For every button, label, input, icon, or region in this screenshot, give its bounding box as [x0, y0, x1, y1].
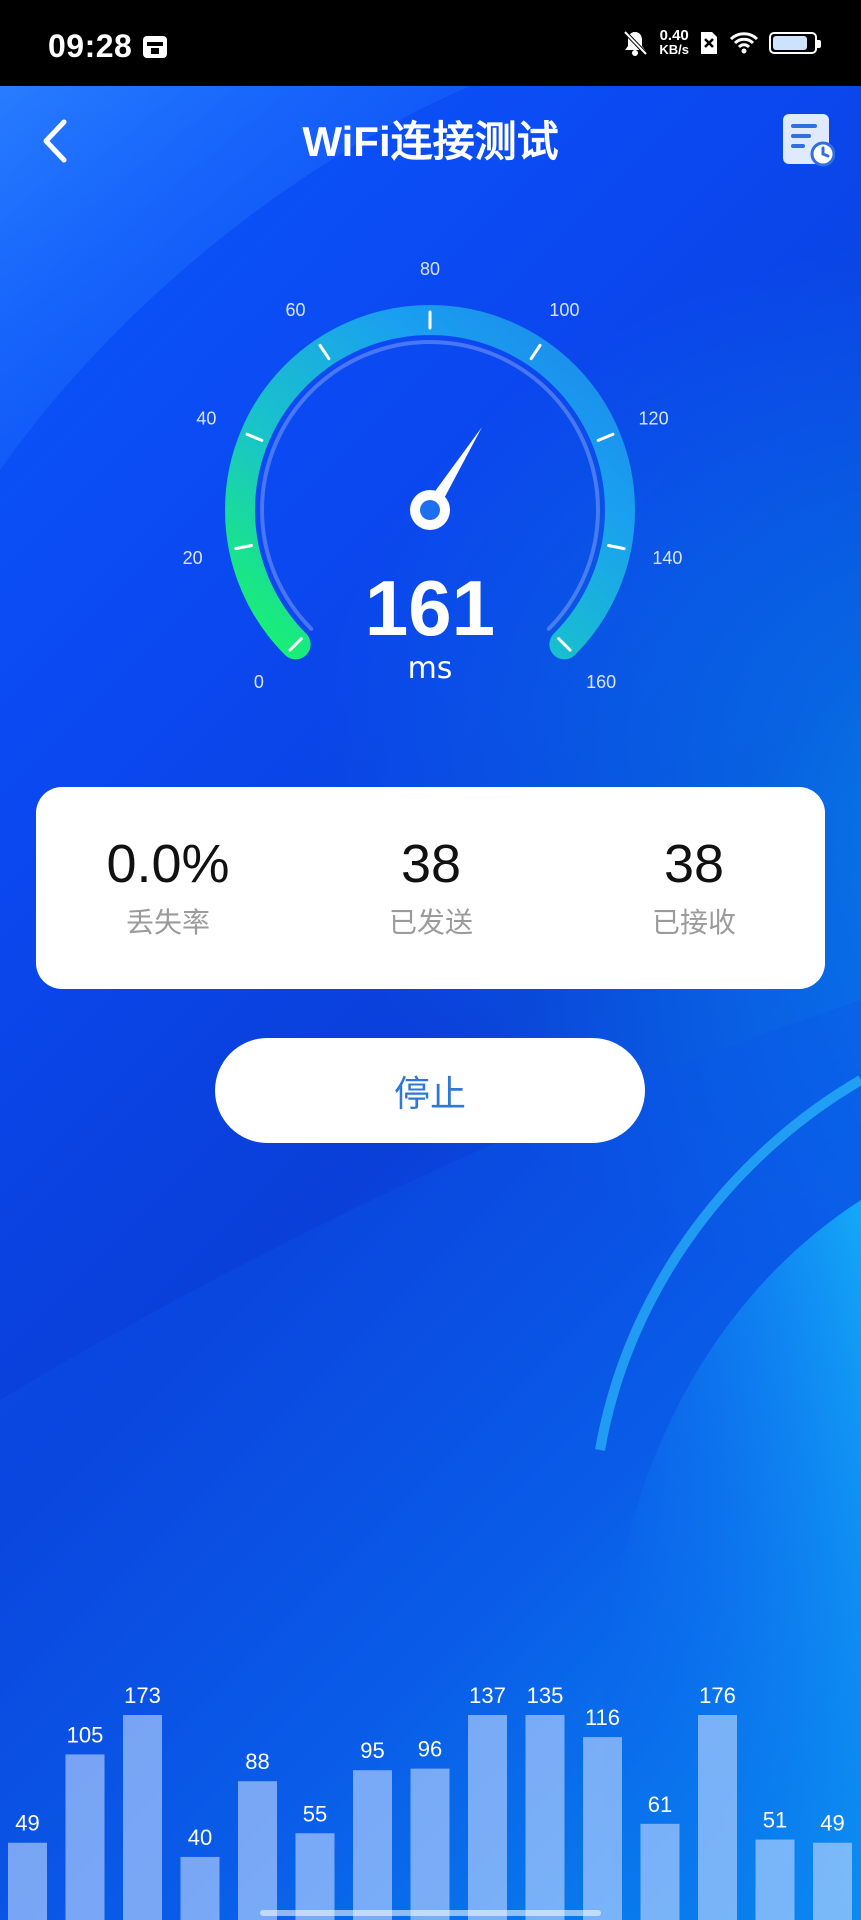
- gauge-tick-label: 100: [549, 300, 579, 320]
- latency-bar: [698, 1715, 737, 1920]
- latency-bar: [123, 1715, 162, 1920]
- latency-bar-label: 49: [820, 1811, 844, 1836]
- sent-label: 已发送: [388, 906, 473, 939]
- gauge-tick-label: 120: [639, 408, 669, 428]
- battery-level: [773, 36, 807, 50]
- notifications-muted-icon: [623, 30, 648, 56]
- latency-bar: [238, 1781, 277, 1920]
- gauge-tick-label: 40: [196, 408, 216, 428]
- latency-bar: [65, 1754, 105, 1920]
- stop-button[interactable]: 停止: [215, 1038, 645, 1143]
- received-label: 已接收: [651, 906, 736, 939]
- calendar-notification-icon: [143, 36, 167, 58]
- sim-off-icon: [701, 32, 717, 54]
- latency-bar: [295, 1833, 335, 1920]
- latency-bar: [468, 1715, 507, 1920]
- status-time: 09:28: [48, 28, 133, 64]
- page-title: WiFi连接测试: [302, 118, 559, 165]
- received-value: 38: [663, 834, 725, 894]
- network-speed: 0.40 KB/s: [659, 27, 689, 57]
- latency-bar-label: 61: [648, 1792, 672, 1817]
- latency-bar-chart: 49 105 173 40 88 55 95 96 137 135 116 61 176 51 49: [8, 1683, 852, 1920]
- app-screen: 09:28 0.40 KB/s WiFi连接测试 0 20 40 60 80 1…: [0, 0, 861, 1920]
- latency-bar-label: 88: [245, 1749, 269, 1774]
- latency-bar: [583, 1737, 622, 1920]
- stat-received: 38 已接收: [584, 787, 804, 941]
- latency-value: 161: [365, 564, 495, 652]
- sent-value: 38: [400, 834, 462, 894]
- latency-bar-label: 116: [585, 1705, 620, 1730]
- latency-bar-label: 176: [699, 1683, 736, 1708]
- gauge-needle: [410, 426, 483, 530]
- latency-bar: [353, 1770, 392, 1920]
- status-bar: 09:28 0.40 KB/s: [0, 0, 861, 86]
- gauge-tick-label: 60: [286, 300, 306, 320]
- latency-bar-label: 135: [527, 1683, 564, 1708]
- gauge-tick-label: 0: [254, 672, 264, 692]
- status-icons: 0.40 KB/s: [621, 27, 821, 58]
- latency-bar-label: 173: [124, 1683, 161, 1708]
- wifi-icon: [729, 32, 759, 54]
- gauge-tick-label: 140: [652, 548, 682, 568]
- latency-bar: [640, 1823, 680, 1920]
- stats-card: 0.0% 丢失率 38 已发送 38 已接收: [36, 787, 825, 989]
- stat-packet-loss: 0.0% 丢失率: [58, 787, 278, 941]
- packet-loss-value: 0.0%: [106, 834, 230, 894]
- history-list-icon[interactable]: [781, 110, 835, 168]
- latency-bar: [180, 1856, 220, 1920]
- home-indicator[interactable]: [260, 1910, 601, 1916]
- latency-bar: [525, 1715, 565, 1920]
- latency-bar-label: 40: [188, 1825, 212, 1850]
- latency-bar-label: 137: [469, 1683, 506, 1708]
- latency-bar: [410, 1768, 450, 1920]
- gauge-tick-label: 80: [420, 259, 440, 279]
- gauge-hub-center: [420, 500, 440, 520]
- battery-icon: [769, 32, 821, 54]
- latency-bar-label: 96: [418, 1737, 442, 1762]
- latency-bar-label: 49: [15, 1811, 39, 1836]
- stat-sent: 38 已发送: [321, 787, 541, 941]
- network-speed-unit: KB/s: [659, 42, 689, 57]
- latency-bar: [755, 1839, 795, 1920]
- gauge-tick-label: 160: [586, 672, 616, 692]
- latency-bar-label: 95: [360, 1738, 384, 1763]
- gauge-tick-label: 20: [183, 548, 203, 568]
- network-speed-value: 0.40: [659, 27, 689, 44]
- title-bar: WiFi连接测试: [0, 86, 861, 196]
- latency-bar-label: 51: [763, 1808, 787, 1833]
- latency-unit: ms: [408, 651, 453, 686]
- latency-bar-label: 105: [67, 1722, 104, 1747]
- packet-loss-label: 丢失率: [125, 906, 210, 939]
- latency-gauge: 0 20 40 60 80 100 120 140 160 161 ms: [183, 259, 683, 692]
- latency-bar: [813, 1842, 852, 1920]
- latency-bar-label: 55: [303, 1801, 327, 1826]
- latency-bar: [8, 1842, 47, 1920]
